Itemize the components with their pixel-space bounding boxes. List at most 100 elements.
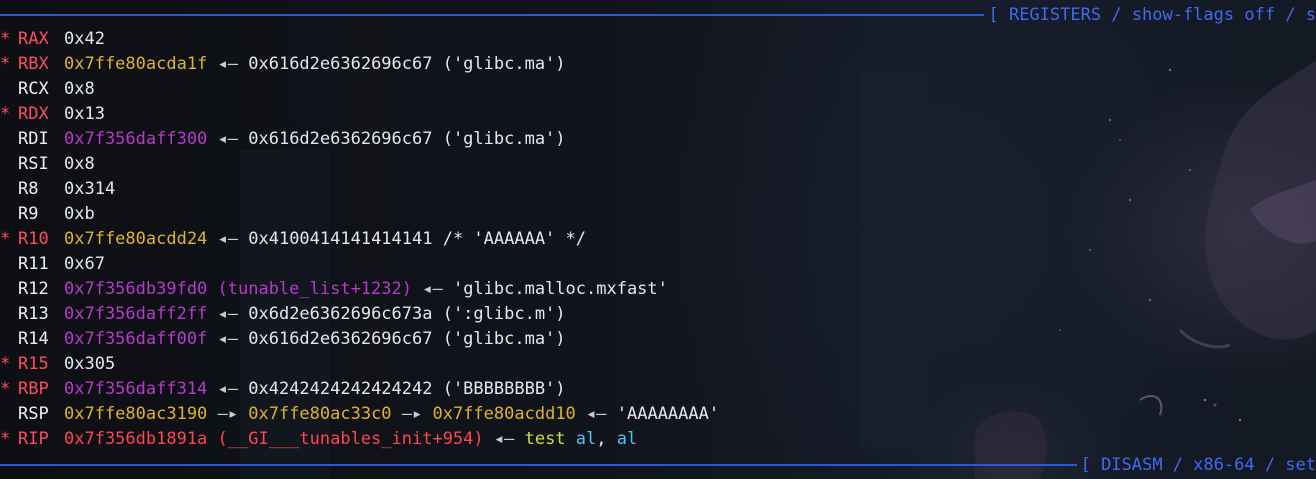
- register-row-r12: R12 0x7f356db39fd0 (tunable_list+1232) ◂—…: [0, 277, 719, 302]
- register-name: R11: [18, 254, 49, 274]
- register-row-r9: R9 0xb: [0, 202, 719, 227]
- changed-marker: [0, 402, 10, 427]
- register-row-r10: * R10 0x7ffe80acdd24 ◂— 0x4100414141414141…: [0, 227, 719, 252]
- disasm-header: [ DISASM / x86-64 / set: [0, 455, 1316, 475]
- register-row-r11: R11 0x67: [0, 252, 719, 277]
- register-name: RCX: [18, 79, 49, 99]
- deref-arrow: ◂—: [207, 304, 249, 324]
- register-row-r14: R14 0x7f356daff00f ◂— 0x616d2e6362696c67 …: [0, 327, 719, 352]
- register-row-r15: * R15 0x305: [0, 352, 719, 377]
- register-value: 0x7f356daff00f: [64, 329, 208, 349]
- changed-marker: [0, 77, 10, 102]
- register-value: 0x314: [64, 179, 116, 199]
- changed-marker: [0, 327, 10, 352]
- register-row-rsp: RSP 0x7ffe80ac3190 —▸ 0x7ffe80ac33c0 —▸ 0…: [0, 402, 719, 427]
- pointer-chain-part: 'AAAAAAAA': [616, 404, 720, 424]
- pointer-chain-part: test: [524, 429, 566, 449]
- register-name: R15: [18, 354, 49, 374]
- register-name: R10: [18, 229, 49, 249]
- deref-arrow: ◂—: [412, 279, 453, 299]
- deref-value: 0x6d2e6362696c673a (':glibc.m'): [248, 304, 566, 324]
- pointer-chain-part: [566, 427, 576, 452]
- changed-marker: *: [0, 429, 11, 449]
- deref-arrow: ◂—: [207, 129, 249, 149]
- register-row-rax: * RAX 0x42: [0, 27, 719, 52]
- changed-marker: *: [0, 104, 11, 124]
- register-row-rcx: RCX 0x8: [0, 77, 719, 102]
- register-value: 0x67: [64, 254, 105, 274]
- deref-value: 0x4242424242424242 ('BBBBBBBB'): [248, 379, 566, 399]
- register-row-rbp: * RBP 0x7f356daff314 ◂— 0x4242424242424242…: [0, 377, 719, 402]
- deref-value: 0x616d2e6362696c67 ('glibc.ma'): [248, 129, 566, 149]
- register-value: 0x8: [64, 154, 95, 174]
- registers-panel: * RAX 0x42 * RBX 0x7ffe80acda1f ◂— 0x616d2e63…: [0, 27, 719, 452]
- register-name: RDI: [18, 129, 49, 149]
- register-value: 0x305: [64, 354, 116, 374]
- deref-arrow: ◂—: [207, 329, 249, 349]
- header-rule: [0, 464, 1077, 466]
- register-value: 0x7ffe80ac3190: [64, 404, 208, 424]
- register-value: 0x7f356daff2ff: [64, 304, 208, 324]
- disasm-header-title: [ DISASM / x86-64 / set: [1080, 455, 1316, 475]
- register-name: R8: [18, 179, 39, 199]
- pointer-chain-part: —▸: [391, 404, 433, 424]
- register-name: R14: [18, 329, 49, 349]
- register-row-r8: R8 0x314: [0, 177, 719, 202]
- register-value: 0x13: [64, 104, 105, 124]
- deref-arrow: ◂—: [207, 379, 249, 399]
- register-name: RBX: [18, 54, 49, 74]
- pointer-chain-part: al: [575, 429, 597, 449]
- register-name: RIP: [18, 429, 49, 449]
- deref-arrow: ◂—: [207, 54, 249, 74]
- changed-marker: [0, 127, 10, 152]
- register-name: R12: [18, 279, 49, 299]
- register-row-rdi: RDI 0x7f356daff300 ◂— 0x616d2e6362696c67 …: [0, 127, 719, 152]
- register-row-r13: R13 0x7f356daff2ff ◂— 0x6d2e6362696c673a …: [0, 302, 719, 327]
- pointer-chain-part: —▸: [207, 404, 249, 424]
- pointer-chain-part: 0x7ffe80ac33c0: [248, 404, 392, 424]
- changed-marker: [0, 252, 10, 277]
- deref-value: 0x616d2e6362696c67 ('glibc.ma'): [248, 54, 566, 74]
- header-rule: [0, 14, 985, 16]
- changed-marker: *: [0, 29, 11, 49]
- register-name: RBP: [18, 379, 49, 399]
- register-name: RSP: [18, 404, 49, 424]
- register-value: 0x7ffe80acda1f: [64, 54, 208, 74]
- register-value: 0x7f356db39fd0 (tunable_list+1232): [64, 279, 412, 299]
- register-value: 0x8: [64, 79, 95, 99]
- register-name: RSI: [18, 154, 49, 174]
- pointer-chain-part: 0x7ffe80acdd10: [432, 404, 576, 424]
- register-value: 0x7ffe80acdd24: [64, 229, 208, 249]
- changed-marker: [0, 152, 10, 177]
- register-name: R9: [18, 204, 39, 224]
- register-name: RAX: [18, 29, 49, 49]
- deref-value: 0x616d2e6362696c67 ('glibc.ma'): [248, 329, 566, 349]
- registers-header-title: [ REGISTERS / show-flags off / s: [988, 5, 1316, 25]
- register-value: 0xb: [64, 204, 95, 224]
- register-row-rbx: * RBX 0x7ffe80acda1f ◂— 0x616d2e6362696c67…: [0, 52, 719, 77]
- deref-arrow: ◂—: [207, 229, 249, 249]
- register-row-rip: * RIP 0x7f356db1891a (__GI___tunables_init…: [0, 427, 719, 452]
- pointer-chain-part: ◂—: [575, 404, 617, 424]
- pointer-chain-part: ◂—: [483, 429, 525, 449]
- deref-value: 'glibc.malloc.mxfast': [452, 279, 668, 299]
- changed-marker: *: [0, 54, 11, 74]
- register-value: 0x42: [64, 29, 105, 49]
- register-value: 0x7f356db1891a (__GI___tunables_init+954…: [64, 429, 484, 449]
- changed-marker: [0, 277, 10, 302]
- register-row-rsi: RSI 0x8: [0, 152, 719, 177]
- register-row-rdx: * RDX 0x13: [0, 102, 719, 127]
- register-value: 0x7f356daff314: [64, 379, 208, 399]
- deref-value: 0x4100414141414141 /* 'AAAAAA' */: [248, 229, 587, 249]
- changed-marker: [0, 202, 10, 227]
- changed-marker: *: [0, 354, 11, 374]
- changed-marker: *: [0, 379, 11, 399]
- pointer-chain-part: al: [616, 429, 638, 449]
- changed-marker: [0, 302, 10, 327]
- register-name: RDX: [18, 104, 49, 124]
- changed-marker: [0, 177, 10, 202]
- pointer-chain-part: ,: [596, 429, 617, 449]
- changed-marker: *: [0, 229, 11, 249]
- register-name: R13: [18, 304, 49, 324]
- register-value: 0x7f356daff300: [64, 129, 208, 149]
